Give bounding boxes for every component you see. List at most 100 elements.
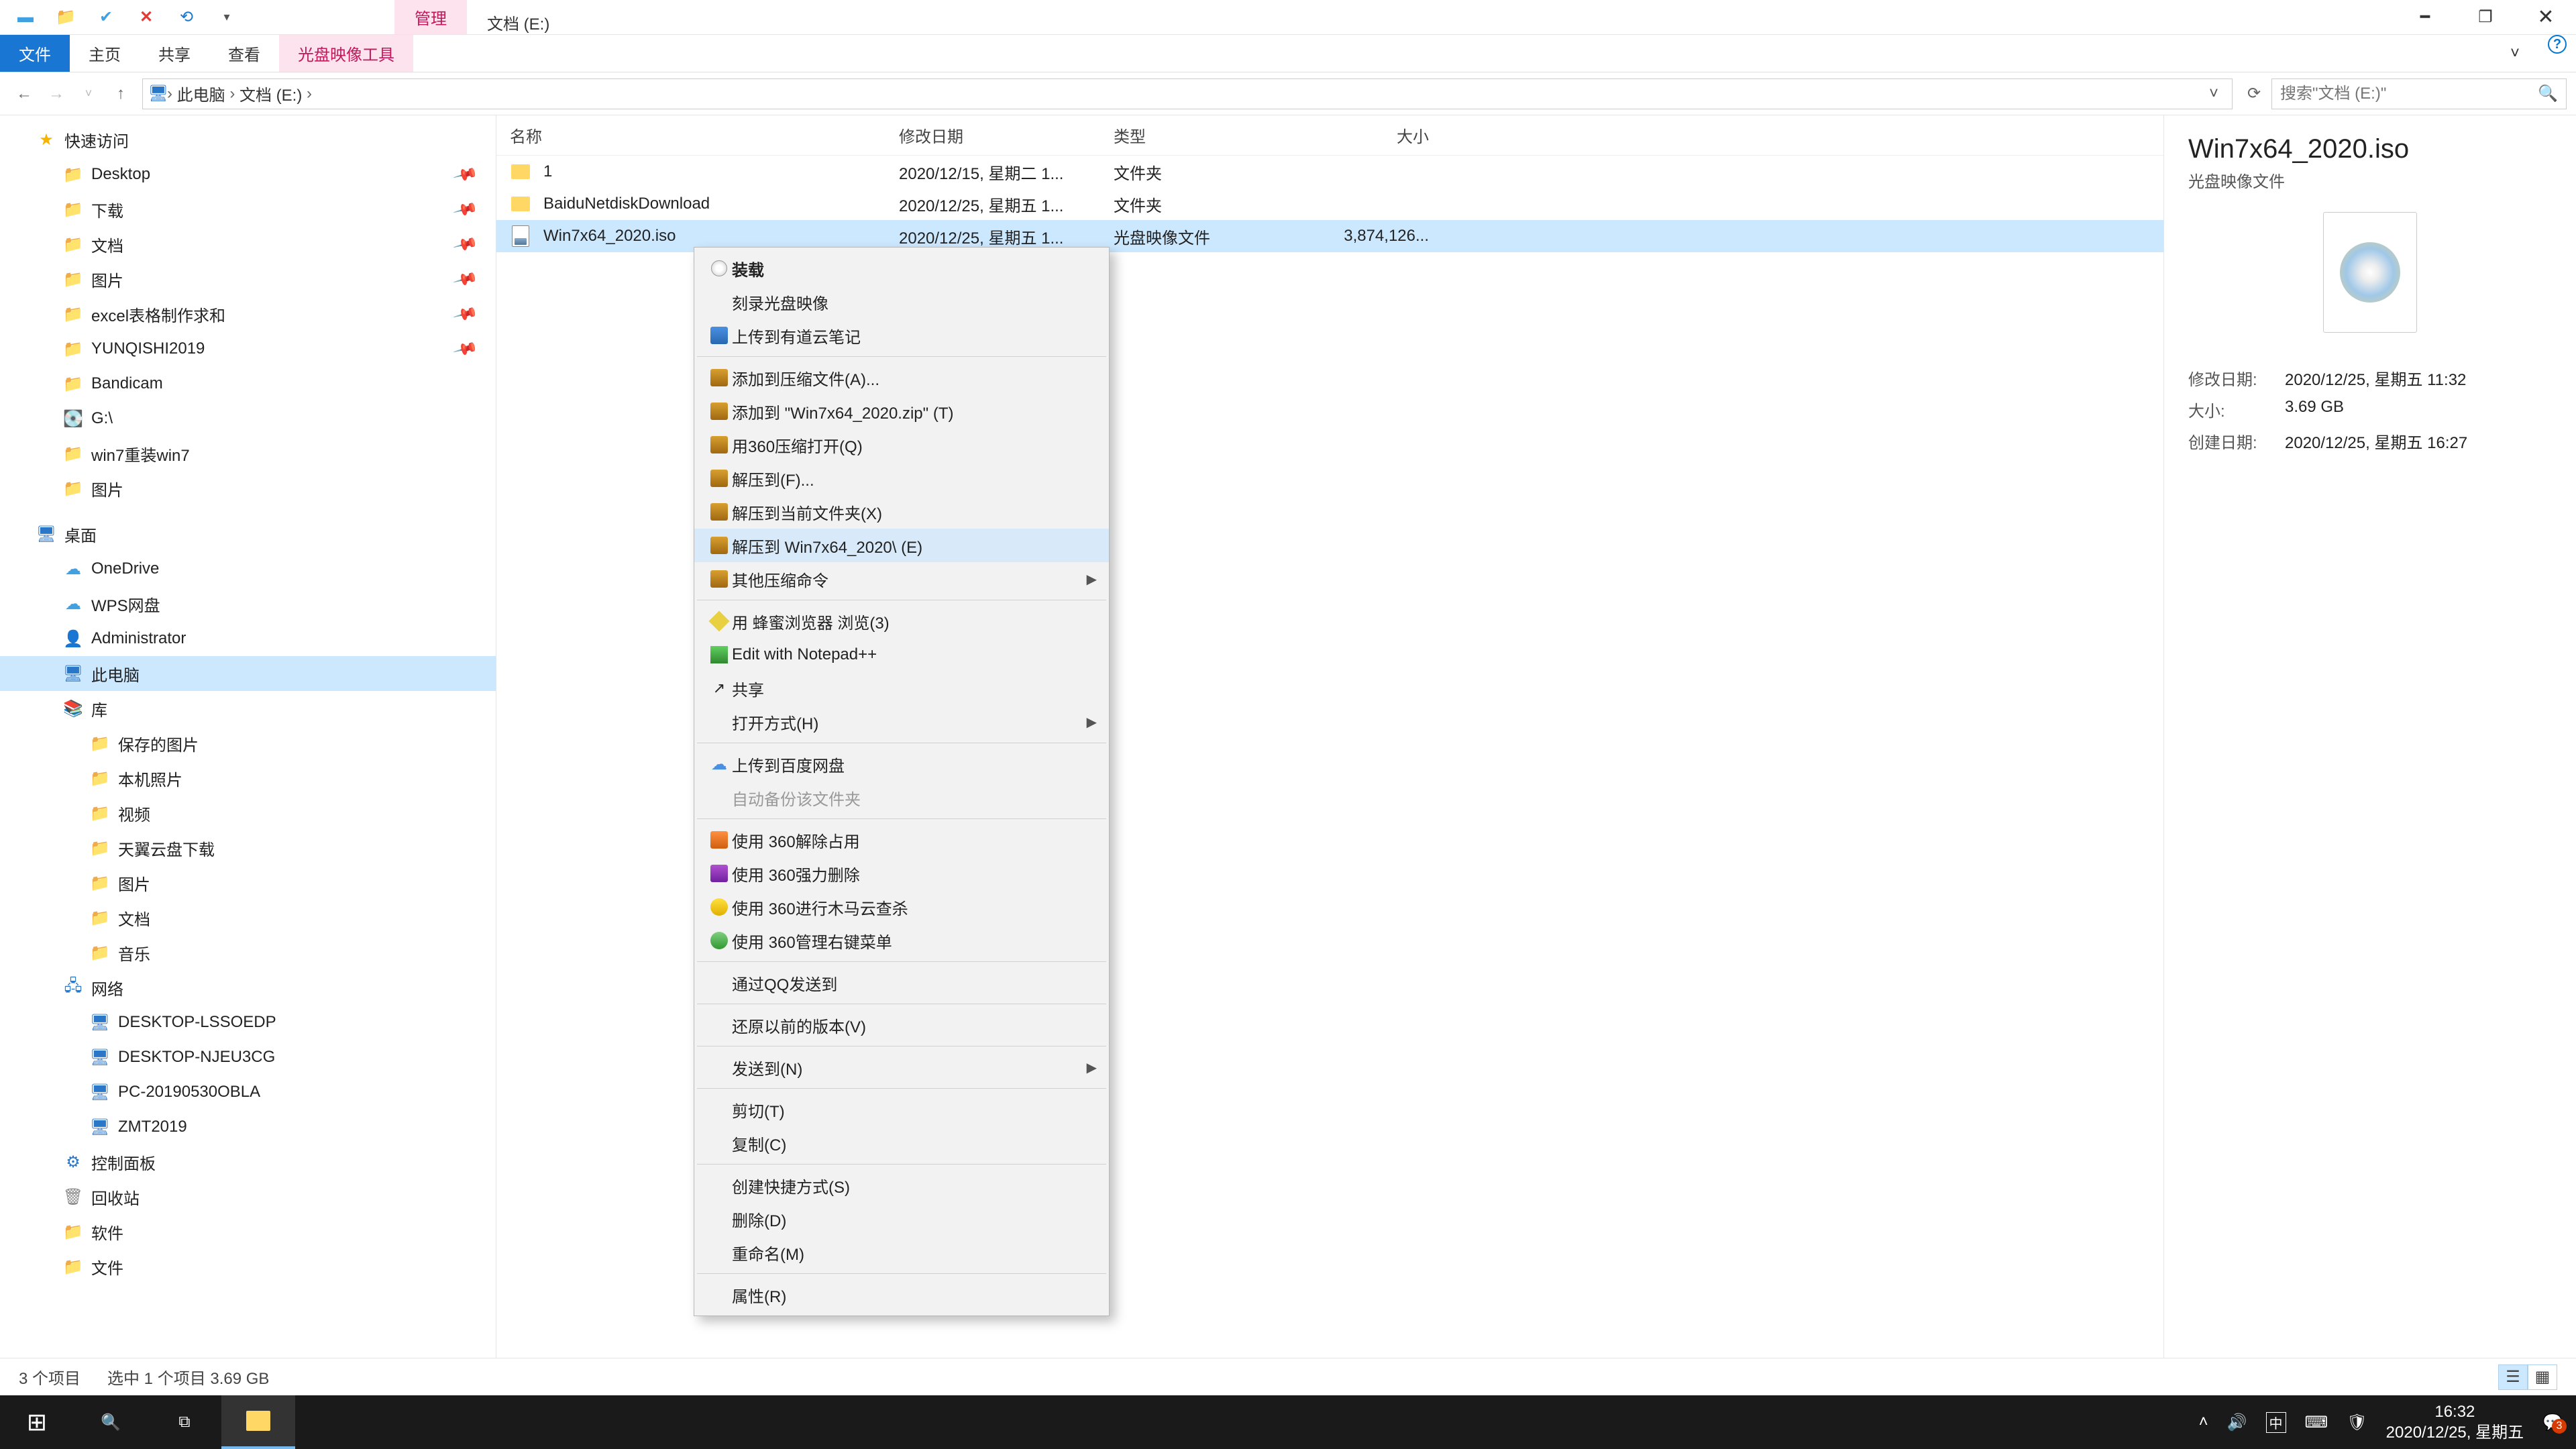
tree-item[interactable]: ⚙控制面板 <box>0 1144 496 1179</box>
file-row[interactable]: BaiduNetdiskDownload2020/12/25, 星期五 1...… <box>496 188 2163 220</box>
menu-item[interactable]: 解压到(F)... <box>694 462 1109 495</box>
back-button[interactable]: ← <box>9 79 39 109</box>
menu-item[interactable]: ↗共享 <box>694 672 1109 705</box>
tree-item[interactable]: 🖥此电脑 <box>0 656 496 691</box>
menu-item[interactable]: 解压到当前文件夹(X) <box>694 495 1109 529</box>
forward-button[interactable]: → <box>42 79 71 109</box>
menu-item[interactable]: 解压到 Win7x64_2020\ (E) <box>694 529 1109 562</box>
menu-item[interactable]: 创建快捷方式(S) <box>694 1169 1109 1202</box>
tree-item[interactable]: 📁音乐 <box>0 935 496 970</box>
tree-item[interactable]: ☁WPS网盘 <box>0 586 496 621</box>
tree-item[interactable]: 📁excel表格制作求和📌 <box>0 297 496 331</box>
breadcrumb-drive[interactable]: 文档 (E:) <box>239 82 302 105</box>
tree-item[interactable]: 📁win7重装win7 <box>0 436 496 471</box>
tree-item[interactable]: 💽G:\ <box>0 401 496 436</box>
col-type[interactable]: 类型 <box>1114 123 1295 147</box>
menu-item[interactable]: 通过QQ发送到 <box>694 966 1109 1000</box>
tree-item[interactable]: 📁Bandicam <box>0 366 496 401</box>
up-button[interactable]: ↑ <box>106 79 136 109</box>
menu-item[interactable]: 属性(R) <box>694 1278 1109 1311</box>
tree-item[interactable]: 📁本机照片 <box>0 761 496 796</box>
tree-item[interactable]: 📁文档📌 <box>0 227 496 262</box>
recent-dropdown[interactable]: ˅ <box>74 79 103 109</box>
tree-item[interactable]: 📁文档 <box>0 900 496 935</box>
ribbon-expand[interactable]: ˅ <box>2491 35 2538 72</box>
chevron-right-icon[interactable]: › <box>229 85 235 103</box>
tree-item[interactable]: 🖥桌面 <box>0 517 496 551</box>
menu-item[interactable]: 用360压缩打开(Q) <box>694 428 1109 462</box>
menu-item[interactable]: Edit with Notepad++ <box>694 638 1109 672</box>
menu-item[interactable]: 使用 360进行木马云查杀 <box>694 890 1109 924</box>
menu-item[interactable]: 其他压缩命令▶ <box>694 562 1109 596</box>
menu-item[interactable]: 上传到有道云笔记 <box>694 319 1109 352</box>
ribbon-tab-file[interactable]: 文件 <box>0 35 70 72</box>
tree-item[interactable]: 📁Desktop📌 <box>0 157 496 192</box>
qat-dropdown[interactable]: ▾ <box>207 0 247 34</box>
col-date[interactable]: 修改日期 <box>899 123 1114 147</box>
menu-item[interactable]: 使用 360管理右键菜单 <box>694 924 1109 957</box>
ime-mode-icon[interactable]: ⌨ <box>2305 1413 2328 1432</box>
file-row[interactable]: 12020/12/15, 星期二 1...文件夹 <box>496 156 2163 188</box>
menu-item[interactable]: 删除(D) <box>694 1202 1109 1236</box>
menu-item[interactable]: 添加到压缩文件(A)... <box>694 361 1109 394</box>
maximize-button[interactable]: ❐ <box>2455 0 2516 34</box>
search-button[interactable]: 🔍 <box>74 1395 148 1449</box>
tree-item[interactable]: 📁图片 <box>0 865 496 900</box>
tree-item[interactable]: 🖥PC-20190530OBLA <box>0 1075 496 1110</box>
tree-item[interactable]: ☁OneDrive <box>0 551 496 586</box>
qat-delete[interactable]: ✕ <box>126 0 166 34</box>
menu-item[interactable]: 装载 <box>694 252 1109 285</box>
volume-icon[interactable]: 🔊 <box>2227 1413 2247 1432</box>
tree-item[interactable]: 📁YUNQISHI2019📌 <box>0 331 496 366</box>
tree-item[interactable]: 👤Administrator <box>0 621 496 656</box>
ribbon-tab-disc-tools[interactable]: 光盘映像工具 <box>279 35 413 72</box>
tree-item[interactable]: 🖧网络 <box>0 970 496 1005</box>
search-input[interactable] <box>2280 85 2538 103</box>
help-button[interactable]: ? <box>2548 35 2567 54</box>
tree-item[interactable]: 📚库 <box>0 691 496 726</box>
view-thumbnails-button[interactable]: ▦ <box>2528 1364 2557 1390</box>
menu-item[interactable]: 用 蜂蜜浏览器 浏览(3) <box>694 604 1109 638</box>
breadcrumb-pc[interactable]: 此电脑 <box>177 82 225 105</box>
menu-item[interactable]: 打开方式(H)▶ <box>694 705 1109 739</box>
qat-properties[interactable]: 📁 <box>46 0 86 34</box>
menu-item[interactable]: 重命名(M) <box>694 1236 1109 1269</box>
tree-item[interactable]: ★快速访问 <box>0 122 496 157</box>
menu-item[interactable]: 发送到(N)▶ <box>694 1051 1109 1084</box>
ribbon-tab-view[interactable]: 查看 <box>209 35 279 72</box>
address-dropdown[interactable]: ˅ <box>2209 85 2225 103</box>
tree-item[interactable]: 📁软件 <box>0 1214 496 1249</box>
menu-item[interactable]: 使用 360强力删除 <box>694 857 1109 890</box>
menu-item[interactable]: 剪切(T) <box>694 1093 1109 1126</box>
search-icon[interactable]: 🔍 <box>2538 84 2558 103</box>
minimize-button[interactable]: ━ <box>2395 0 2455 34</box>
ime-indicator[interactable]: 中 <box>2266 1412 2286 1433</box>
menu-item[interactable]: 复制(C) <box>694 1126 1109 1160</box>
tree-item[interactable]: 📁保存的图片 <box>0 726 496 761</box>
tree-item[interactable]: 🗑回收站 <box>0 1179 496 1214</box>
qat-undo[interactable]: ⟲ <box>166 0 207 34</box>
ribbon-tab-home[interactable]: 主页 <box>70 35 140 72</box>
col-name[interactable]: 名称 <box>510 123 899 147</box>
tree-item[interactable]: 📁图片 <box>0 471 496 506</box>
menu-item[interactable]: 使用 360解除占用 <box>694 823 1109 857</box>
refresh-button[interactable]: ⟳ <box>2239 79 2269 109</box>
breadcrumb-bar[interactable]: 🖥 › 此电脑 › 文档 (E:) › ˅ <box>142 78 2233 109</box>
tree-item[interactable]: 📁天翼云盘下载 <box>0 830 496 865</box>
tree-item[interactable]: 📁文件 <box>0 1249 496 1284</box>
tray-overflow[interactable]: ˄ <box>2199 1413 2208 1432</box>
tree-item[interactable]: 🖥ZMT2019 <box>0 1110 496 1144</box>
chevron-right-icon[interactable]: › <box>307 85 312 103</box>
chevron-right-icon[interactable]: › <box>167 85 172 103</box>
task-view-button[interactable]: ⧉ <box>148 1395 221 1449</box>
search-box[interactable]: 🔍 <box>2271 78 2567 109</box>
ribbon-tab-share[interactable]: 共享 <box>140 35 209 72</box>
security-icon[interactable]: 🛡 <box>2347 1413 2367 1432</box>
tree-item[interactable]: 🖥DESKTOP-LSSOEDP <box>0 1005 496 1040</box>
tree-item[interactable]: 🖥DESKTOP-NJEU3CG <box>0 1040 496 1075</box>
menu-item[interactable]: 刻录光盘映像 <box>694 285 1109 319</box>
close-button[interactable]: ✕ <box>2516 0 2576 34</box>
tree-item[interactable]: 📁下载📌 <box>0 192 496 227</box>
action-center[interactable]: 💬3 <box>2542 1413 2563 1432</box>
qat-save[interactable]: ✔ <box>86 0 126 34</box>
